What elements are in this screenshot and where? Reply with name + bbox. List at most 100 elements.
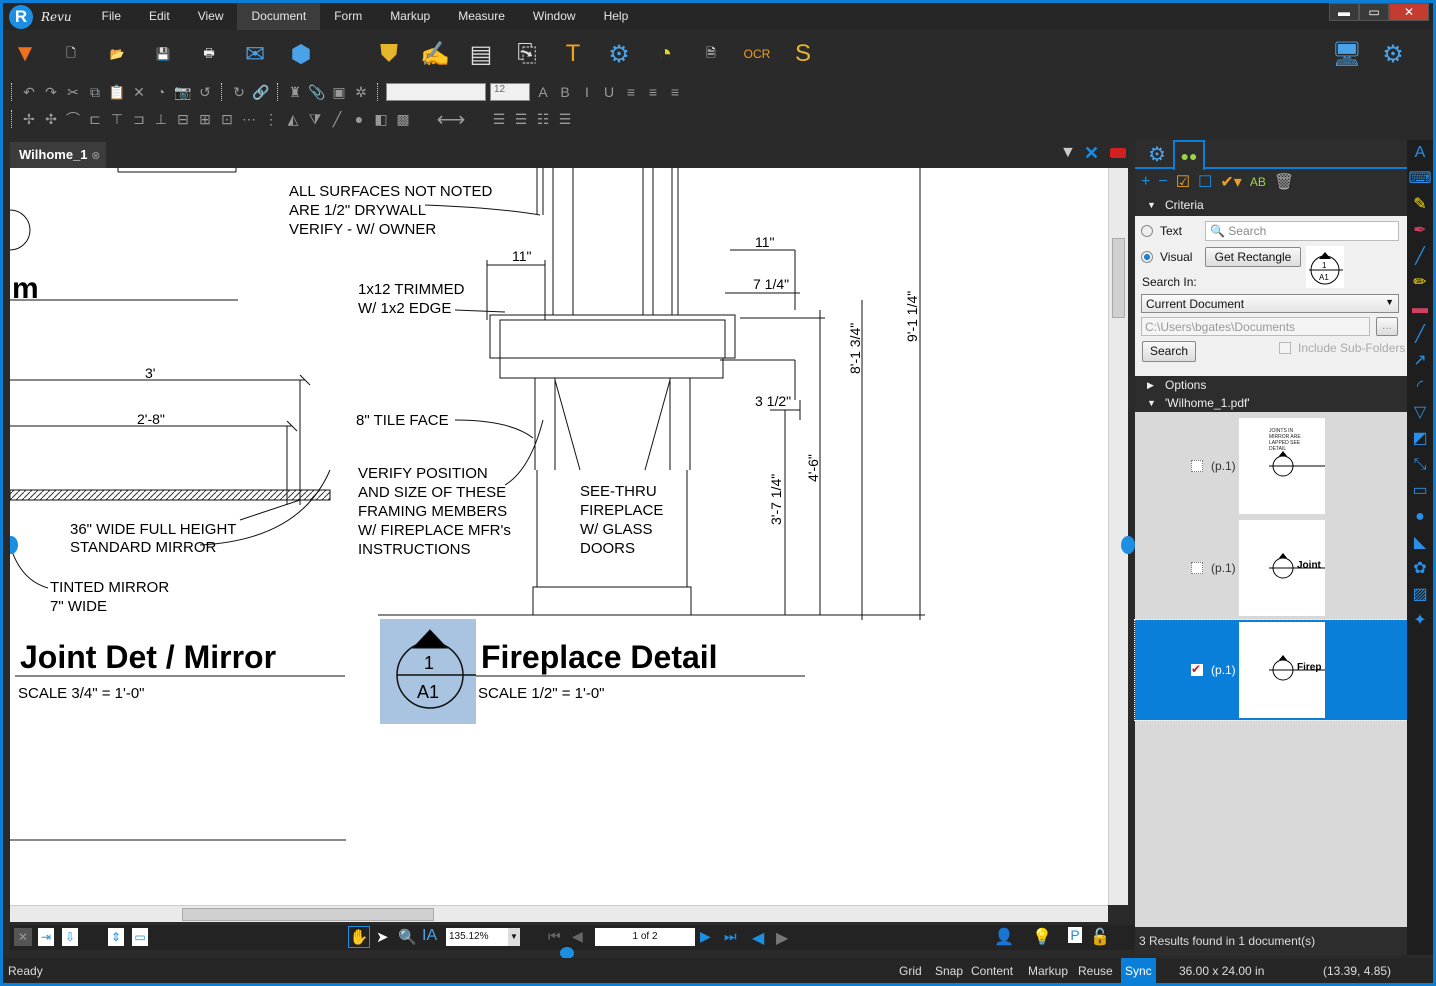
copy-icon[interactable]: ⧉ <box>86 82 104 102</box>
align-center-icon[interactable]: ≡ <box>644 82 662 102</box>
underline-icon[interactable]: U <box>600 82 618 102</box>
options-section-header[interactable]: ▶ Options <box>1135 376 1407 394</box>
note-icon[interactable]: ✎ <box>1407 192 1433 218</box>
last-page-icon[interactable]: ⏭ <box>724 928 737 945</box>
arc-icon[interactable]: ◜ <box>1407 374 1433 400</box>
center-horizontal-icon[interactable]: ⊟ <box>174 109 192 129</box>
arrow-icon[interactable]: ↗ <box>1407 348 1433 374</box>
menu-window[interactable]: Window <box>519 3 590 30</box>
close-all-tabs-icon[interactable]: ✕ <box>1084 143 1099 164</box>
get-rectangle-button[interactable]: Get Rectangle <box>1205 247 1301 267</box>
previous-page-icon[interactable]: ◀ <box>572 928 583 945</box>
result-item[interactable]: (p.1) Joint <box>1135 518 1407 618</box>
sync-horizontal-icon[interactable]: ▭ <box>132 928 148 946</box>
fill-color-icon[interactable]: ● <box>350 109 368 129</box>
close-panel-icon[interactable]: ✕ <box>14 928 32 946</box>
previous-view-icon[interactable]: ◀ <box>752 928 764 948</box>
toggle-snap[interactable]: Snap <box>935 964 963 978</box>
flip-horizontal-icon[interactable]: ◭ <box>284 109 302 129</box>
horizontal-scroll-thumb[interactable] <box>182 908 434 921</box>
pan-tool-icon[interactable]: ✋ <box>348 926 370 948</box>
text-search-input[interactable]: 🔍 Search <box>1205 221 1399 241</box>
toolbar-grip[interactable] <box>11 83 13 101</box>
split-vertical-icon[interactable]: ⇥ <box>38 928 54 946</box>
add-vertex-icon[interactable]: ✢ <box>20 109 38 129</box>
text-radio[interactable] <box>1141 225 1153 237</box>
rotate-left-icon[interactable]: ↺ <box>196 82 214 102</box>
redo-icon[interactable]: ↷ <box>42 82 60 102</box>
menu-measure[interactable]: Measure <box>444 3 519 30</box>
dropdown-arrow-icon[interactable]: ▼ <box>8 37 42 71</box>
result-item[interactable]: ✔ (p.1) Firep <box>1134 619 1408 721</box>
settings-gears-icon[interactable]: ⚙ <box>602 37 636 71</box>
align-top-icon[interactable]: ⊤ <box>108 109 126 129</box>
result-item[interactable]: (p.1) JOINTS IN MIRROR ARE LAPPED SEE DET… <box>1135 416 1407 516</box>
toolbar-grip[interactable] <box>11 110 13 128</box>
bold-icon[interactable]: B <box>556 82 574 102</box>
batch-icon[interactable]: ⎘ <box>510 37 544 71</box>
line-arrow-icon[interactable]: ⟷ <box>416 109 486 131</box>
sets-icon[interactable]: S <box>786 37 820 71</box>
security-shield-icon[interactable]: ⛊ <box>372 37 406 71</box>
result-checkbox[interactable] <box>1191 460 1203 472</box>
trash-icon[interactable]: 🗑 <box>1274 172 1294 192</box>
eraser-icon[interactable]: ▬ <box>1407 296 1433 322</box>
toggle-markup[interactable]: Markup <box>1028 964 1068 978</box>
monitor-icon[interactable]: 🖥 <box>1330 37 1364 71</box>
menu-help[interactable]: Help <box>590 3 643 30</box>
undo-icon[interactable]: ↶ <box>20 82 38 102</box>
check-options-icon[interactable]: ✔▾ <box>1220 172 1241 192</box>
toggle-grid[interactable]: Grid <box>899 964 922 978</box>
stamp-icon[interactable]: ♜ <box>286 82 304 102</box>
close-button[interactable]: ✕ <box>1389 3 1429 21</box>
pen-icon[interactable]: ╱ <box>1407 244 1433 270</box>
text-search-icon[interactable]: T <box>556 37 590 71</box>
result-checkbox[interactable] <box>1191 562 1203 574</box>
print-icon[interactable]: 🖶 <box>192 37 226 71</box>
signature-icon[interactable]: ✍ <box>418 37 452 71</box>
align-bottom-icon[interactable]: ⊥ <box>152 109 170 129</box>
flip-vertical-icon[interactable]: ⧩ <box>306 109 324 129</box>
zoom-tool-icon[interactable]: 🔍 <box>398 928 417 946</box>
zoom-level-field[interactable]: 135.12% ▼ <box>446 928 520 946</box>
snapshot-icon[interactable]: 📷 <box>174 82 192 102</box>
result-checkbox[interactable]: ✔ <box>1191 663 1203 676</box>
vertical-scroll-thumb[interactable] <box>1112 238 1125 318</box>
new-document-icon[interactable]: 🗋 <box>54 37 88 71</box>
stamp-icon[interactable]: ✦ <box>1407 608 1433 634</box>
menu-markup[interactable]: Markup <box>376 3 444 30</box>
align-left-edges-icon[interactable]: ⊏ <box>86 109 104 129</box>
line-style-icon[interactable]: ☰ <box>490 109 508 129</box>
lock-icon[interactable]: 🔓 <box>1090 927 1110 947</box>
search-button[interactable]: Search <box>1142 341 1196 362</box>
rotate-right-icon[interactable]: ↻ <box>230 82 248 102</box>
compare-ab-icon[interactable]: AB <box>1250 175 1266 189</box>
next-page-icon[interactable]: ▶ <box>700 928 711 945</box>
polygon-icon[interactable]: ▽ <box>1407 400 1433 426</box>
include-subfolders-checkbox[interactable] <box>1279 342 1291 354</box>
email-icon[interactable]: ✉ <box>238 37 272 71</box>
highlight-pen-icon[interactable]: ✒ <box>1407 218 1433 244</box>
select-tool-icon[interactable]: ➤ <box>376 928 389 946</box>
typewriter-icon[interactable]: ⌨ <box>1407 166 1433 192</box>
toggle-reuse[interactable]: Reuse <box>1078 964 1113 978</box>
align-left-icon[interactable]: ≡ <box>622 82 640 102</box>
tab-properties[interactable]: ⚙ <box>1141 140 1173 168</box>
highlighter-icon[interactable]: ✏ <box>1407 270 1433 296</box>
toggle-content[interactable]: Content <box>971 964 1013 978</box>
opacity-icon[interactable]: ◧ <box>372 109 390 129</box>
page-number-field[interactable]: 1 of 2 <box>595 928 695 946</box>
gear-icon[interactable]: ⚙ <box>1376 37 1410 71</box>
hyperlink-icon[interactable]: 🔗 <box>252 82 270 102</box>
menu-edit[interactable]: Edit <box>135 3 184 30</box>
callout-icon[interactable]: ◩ <box>1407 426 1433 452</box>
file-results-header[interactable]: ▼ 'Wilhome_1.pdf' <box>1135 394 1407 412</box>
studio-icon[interactable]: ⬢ <box>284 37 318 71</box>
rectangle-icon[interactable]: ▭ <box>1407 478 1433 504</box>
document-settings-icon[interactable]: 🗎 <box>694 37 728 71</box>
uncheck-all-icon[interactable]: ☐ <box>1198 172 1212 192</box>
first-page-icon[interactable]: ⏮ <box>548 928 561 945</box>
check-all-icon[interactable]: ☑ <box>1176 172 1190 192</box>
minimize-button[interactable]: ▬ <box>1329 3 1359 21</box>
menu-document[interactable]: Document <box>237 3 321 30</box>
